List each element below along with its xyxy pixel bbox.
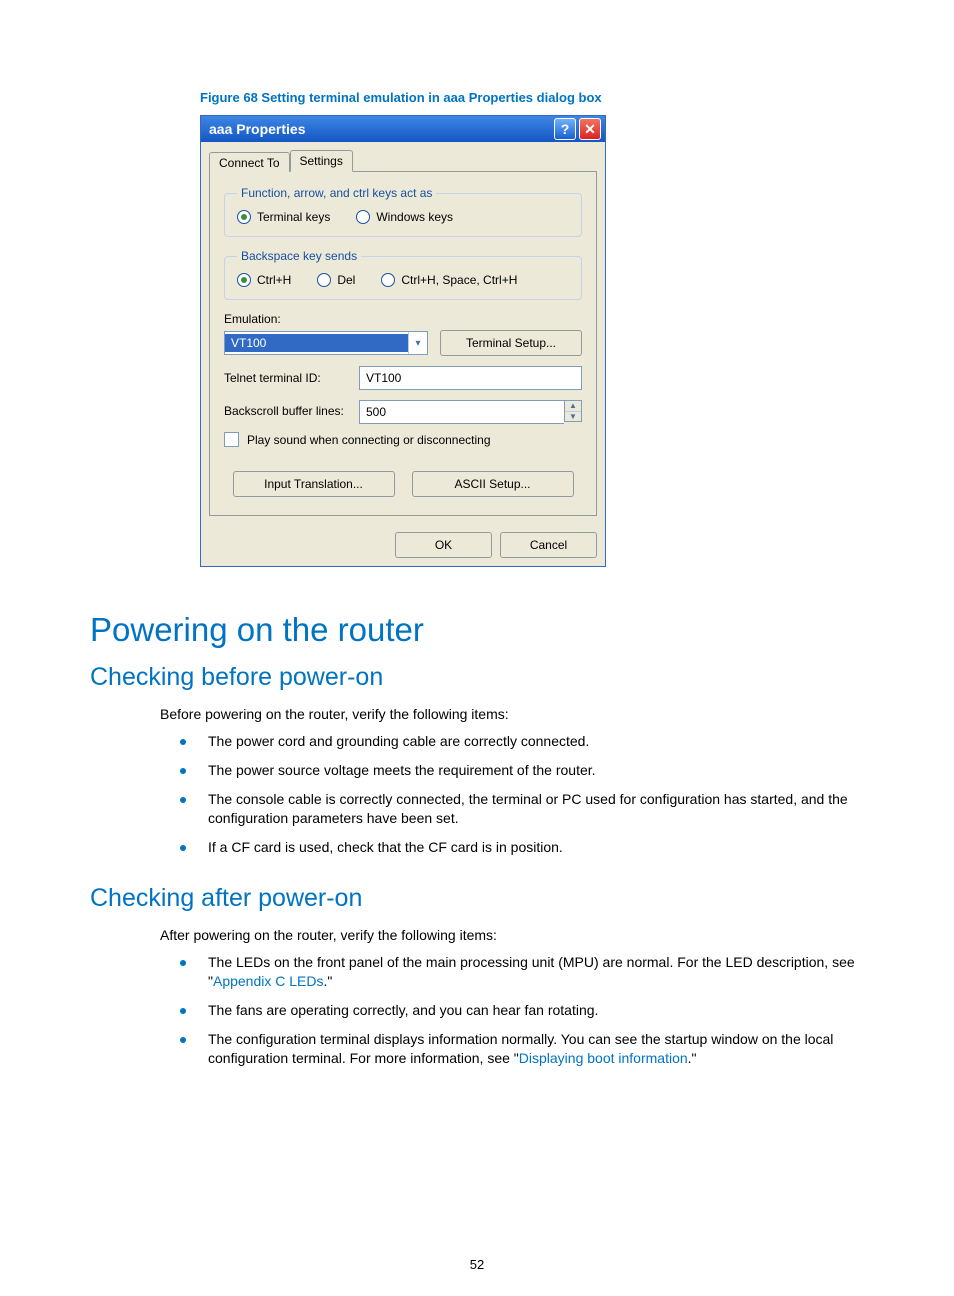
tab-settings[interactable]: Settings [290, 150, 353, 172]
telnet-id-field[interactable]: VT100 [359, 366, 582, 390]
backspace-group: Backspace key sends Ctrl+H Del Ctrl+H, S… [224, 249, 582, 300]
chevron-down-icon: ▾ [408, 332, 427, 354]
function-keys-legend: Function, arrow, and ctrl keys act as [237, 186, 436, 200]
text: ." [688, 1050, 697, 1066]
list-item: The configuration terminal displays info… [180, 1030, 874, 1078]
radio-ctrl-h[interactable]: Ctrl+H [237, 273, 291, 287]
close-button[interactable]: ✕ [579, 118, 601, 140]
boot-info-link[interactable]: Displaying boot information [519, 1050, 688, 1066]
spin-down-icon: ▼ [565, 412, 581, 422]
list-item: If a CF card is used, check that the CF … [180, 838, 874, 867]
radio-ctrl-h-space[interactable]: Ctrl+H, Space, Ctrl+H [381, 273, 517, 287]
list-item: The LEDs on the front panel of the main … [180, 953, 874, 1001]
titlebar: aaa Properties ? ✕ [201, 116, 605, 142]
text: ." [324, 973, 333, 989]
page-number: 52 [0, 1257, 954, 1272]
checkbox-icon [224, 432, 239, 447]
after-paragraph: After powering on the router, verify the… [160, 927, 874, 943]
close-icon: ✕ [584, 121, 596, 138]
before-list: The power cord and grounding cable are c… [180, 732, 874, 866]
radio-label: Ctrl+H [257, 273, 291, 287]
emulation-value: VT100 [225, 334, 408, 352]
telnet-id-label: Telnet terminal ID: [224, 371, 359, 385]
list-item: The power source voltage meets the requi… [180, 761, 874, 790]
appendix-c-link[interactable]: Appendix C LEDs [213, 973, 324, 989]
radio-icon [356, 210, 370, 224]
backscroll-label: Backscroll buffer lines: [224, 404, 359, 418]
function-keys-group: Function, arrow, and ctrl keys act as Te… [224, 186, 582, 237]
dialog-title: aaa Properties [205, 121, 551, 137]
heading-before-power-on: Checking before power-on [90, 663, 874, 692]
ok-button[interactable]: OK [395, 532, 492, 558]
list-item: The fans are operating correctly, and yo… [180, 1001, 874, 1030]
figure-caption: Figure 68 Setting terminal emulation in … [200, 90, 874, 105]
before-paragraph: Before powering on the router, verify th… [160, 706, 874, 722]
ascii-setup-button[interactable]: ASCII Setup... [412, 471, 574, 497]
radio-label: Terminal keys [257, 210, 330, 224]
backspace-legend: Backspace key sends [237, 249, 361, 263]
heading-after-power-on: Checking after power-on [90, 884, 874, 913]
list-item: The power cord and grounding cable are c… [180, 732, 874, 761]
radio-icon [317, 273, 331, 287]
input-translation-button[interactable]: Input Translation... [233, 471, 395, 497]
help-button[interactable]: ? [554, 118, 576, 140]
emulation-select[interactable]: VT100 ▾ [224, 331, 428, 355]
radio-windows-keys[interactable]: Windows keys [356, 210, 453, 224]
terminal-setup-button[interactable]: Terminal Setup... [440, 330, 582, 356]
heading-powering-on: Powering on the router [90, 611, 874, 649]
play-sound-label: Play sound when connecting or disconnect… [247, 433, 491, 447]
cancel-button[interactable]: Cancel [500, 532, 597, 558]
play-sound-checkbox[interactable]: Play sound when connecting or disconnect… [224, 432, 582, 447]
radio-label: Windows keys [376, 210, 453, 224]
spin-up-icon: ▲ [565, 401, 581, 412]
backscroll-field[interactable]: 500 [359, 400, 564, 424]
tab-body: Function, arrow, and ctrl keys act as Te… [209, 171, 597, 516]
after-list: The LEDs on the front panel of the main … [180, 953, 874, 1077]
radio-icon [237, 210, 251, 224]
emulation-label: Emulation: [224, 312, 582, 326]
radio-icon [381, 273, 395, 287]
radio-label: Del [337, 273, 355, 287]
radio-label: Ctrl+H, Space, Ctrl+H [401, 273, 517, 287]
radio-del[interactable]: Del [317, 273, 355, 287]
tab-connect-to[interactable]: Connect To [209, 152, 290, 172]
radio-icon [237, 273, 251, 287]
backscroll-stepper[interactable]: ▲ ▼ [564, 400, 582, 422]
properties-dialog: aaa Properties ? ✕ Connect To Settings F… [200, 115, 606, 567]
list-item: The console cable is correctly connected… [180, 790, 874, 838]
radio-terminal-keys[interactable]: Terminal keys [237, 210, 330, 224]
help-icon: ? [561, 121, 570, 137]
tab-strip: Connect To Settings [209, 150, 597, 172]
